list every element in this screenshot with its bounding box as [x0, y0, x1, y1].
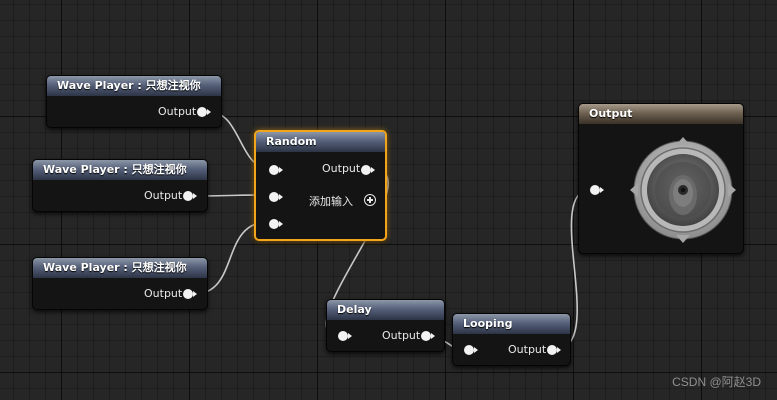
speaker-icon: [630, 137, 736, 243]
wave-player-node-3-output-pin[interactable]: [183, 289, 197, 299]
random-node[interactable]: Random Output 添加输入: [254, 130, 387, 241]
random-input-pin-2[interactable]: [269, 192, 283, 202]
output-input-pin[interactable]: [590, 185, 604, 195]
wave-player-node-2-title: Wave Player : 只想注视你: [33, 160, 207, 180]
looping-output-pin[interactable]: [547, 345, 561, 355]
wave-player-node-3-title: Wave Player : 只想注视你: [33, 258, 207, 278]
wave-player-node-1-output-pin[interactable]: [197, 107, 211, 117]
add-input-plus-icon[interactable]: [364, 194, 376, 206]
looping-output-label: Output: [508, 343, 547, 356]
wave-player-node-1[interactable]: Wave Player : 只想注视你 Output: [46, 75, 222, 128]
delay-node-title: Delay: [327, 300, 444, 320]
wave-player-node-3-output-label: Output: [144, 287, 183, 300]
random-output-pin[interactable]: [361, 165, 375, 175]
delay-output-label: Output: [382, 329, 421, 342]
looping-node-title: Looping: [453, 314, 570, 334]
wave-player-node-1-title: Wave Player : 只想注视你: [47, 76, 221, 96]
looping-node[interactable]: Looping Output: [452, 313, 571, 366]
output-node-title: Output: [579, 104, 743, 124]
wave-player-node-2-output-label: Output: [144, 189, 183, 202]
random-input-pin-3[interactable]: [269, 219, 283, 229]
delay-output-pin[interactable]: [421, 331, 435, 341]
random-node-title: Random: [256, 132, 385, 152]
wave-player-node-2[interactable]: Wave Player : 只想注视你 Output: [32, 159, 208, 212]
wave-player-node-3[interactable]: Wave Player : 只想注视你 Output: [32, 257, 208, 310]
sound-cue-graph-canvas[interactable]: Wave Player : 只想注视你 Output Wave Player :…: [0, 0, 777, 400]
add-input-label[interactable]: 添加输入: [309, 193, 353, 209]
wave-player-node-2-output-pin[interactable]: [183, 191, 197, 201]
delay-input-pin[interactable]: [338, 331, 352, 341]
random-output-label: Output: [322, 162, 361, 175]
looping-input-pin[interactable]: [464, 345, 478, 355]
random-input-pin-1[interactable]: [269, 165, 283, 175]
output-node[interactable]: Output: [578, 103, 744, 254]
delay-node[interactable]: Delay Output: [326, 299, 445, 352]
watermark: CSDN @阿赵3D: [672, 375, 761, 389]
wave-player-node-1-output-label: Output: [158, 105, 197, 118]
